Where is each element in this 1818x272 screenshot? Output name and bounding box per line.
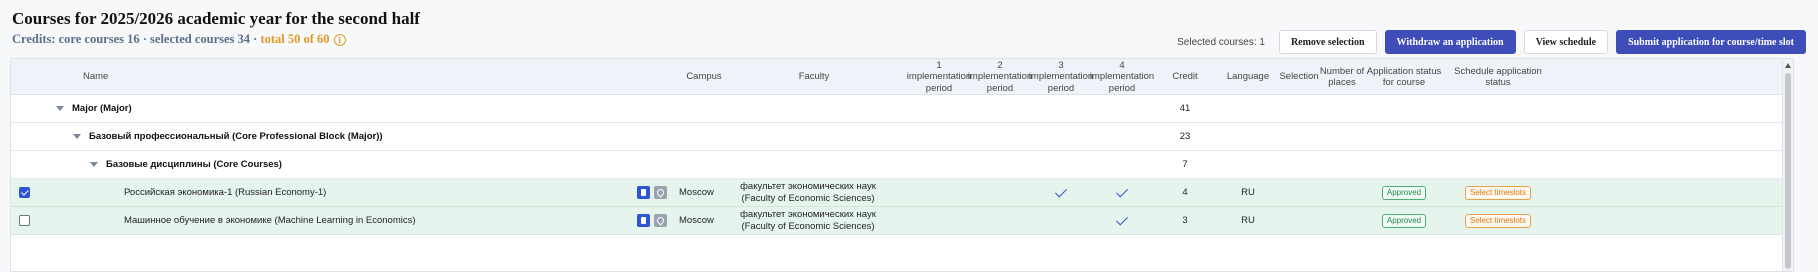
course-credit: 4	[1182, 187, 1188, 198]
group-row[interactable]: Базовые дисциплины (Core Courses) 7	[11, 151, 1793, 179]
period-3-mark	[1029, 179, 1093, 206]
column-period-4[interactable]: 4 implementation period	[1090, 59, 1154, 95]
document-icon[interactable]	[637, 214, 650, 227]
column-credit[interactable]: Credit	[1156, 59, 1214, 95]
schedule-status-cell: Select timeslots	[1443, 207, 1553, 234]
column-name[interactable]: Name	[83, 59, 203, 95]
collapse-caret-icon[interactable]	[90, 162, 98, 167]
select-cell	[19, 207, 30, 234]
application-status-cell: Approved	[1363, 179, 1445, 206]
page-header: Courses for 2025/2026 academic year for …	[12, 8, 420, 48]
page-title: Courses for 2025/2026 academic year for …	[12, 9, 420, 28]
group-name: Базовый профессиональный (Core Professio…	[89, 131, 383, 142]
checkmark-icon	[1116, 217, 1128, 225]
document-icon[interactable]	[637, 186, 650, 199]
collapse-caret-icon[interactable]	[56, 106, 64, 111]
toolbar: Selected courses: 1 Remove selection Wit…	[1177, 30, 1806, 54]
group-credit: 23	[1179, 131, 1191, 142]
credits-breakdown: Credits: core courses 16 · selected cour…	[12, 32, 261, 46]
select-timeslots-link[interactable]: Select timeslots	[1464, 213, 1532, 228]
scroll-up-arrow-icon[interactable]	[1785, 63, 1791, 68]
column-period-2[interactable]: 2 implementation period	[968, 59, 1032, 95]
course-campus: Moscow	[679, 187, 714, 198]
pin-icon[interactable]	[654, 186, 667, 199]
group-name: Major (Major)	[72, 103, 132, 114]
approved-badge: Approved	[1381, 213, 1427, 228]
group-row[interactable]: Базовый профессиональный (Core Professio…	[11, 123, 1793, 151]
course-checkbox[interactable]	[19, 187, 30, 198]
table-header: Name Campus Faculty 1 implementation per…	[11, 59, 1793, 95]
column-period-1[interactable]: 1 implementation period	[907, 59, 971, 95]
column-language[interactable]: Language	[1219, 59, 1277, 95]
course-actions	[637, 179, 667, 206]
course-credit: 3	[1182, 215, 1188, 226]
select-cell	[19, 179, 30, 206]
select-timeslots-link[interactable]: Select timeslots	[1464, 185, 1532, 200]
submit-application-button[interactable]: Submit application for course/time slot	[1616, 30, 1806, 54]
vertical-scrollbar[interactable]	[1782, 59, 1793, 271]
column-period-3[interactable]: 3 implementation period	[1029, 59, 1093, 95]
course-checkbox[interactable]	[19, 215, 30, 226]
column-faculty[interactable]: Faculty	[739, 59, 889, 95]
group-credit: 41	[1179, 103, 1191, 114]
group-label: Базовый профессиональный (Core Professio…	[73, 123, 383, 150]
group-row[interactable]: Major (Major) 41	[11, 95, 1793, 123]
info-icon[interactable]: i	[333, 34, 346, 46]
collapse-caret-icon[interactable]	[73, 134, 81, 139]
course-name: Российская экономика-1 (Russian Economy-…	[124, 187, 327, 198]
course-actions	[637, 207, 667, 234]
remove-selection-button[interactable]: Remove selection	[1278, 30, 1377, 54]
schedule-status-cell: Select timeslots	[1443, 179, 1553, 206]
group-label: Базовые дисциплины (Core Courses)	[90, 151, 282, 178]
group-label: Major (Major)	[56, 95, 132, 122]
course-row[interactable]: Машинное обучение в экономике (Machine L…	[11, 207, 1793, 235]
period-4-mark	[1090, 207, 1154, 234]
column-application-status[interactable]: Application status for course	[1363, 59, 1445, 95]
column-selection[interactable]: Selection	[1274, 59, 1324, 95]
group-credit: 7	[1182, 159, 1188, 170]
checkmark-icon	[1116, 189, 1128, 197]
course-faculty: факультет экономических наук (Faculty of…	[740, 181, 876, 204]
column-campus[interactable]: Campus	[671, 59, 737, 95]
application-status-cell: Approved	[1363, 207, 1445, 234]
course-name: Машинное обучение в экономике (Machine L…	[124, 215, 416, 226]
checkmark-icon	[1055, 189, 1067, 197]
view-schedule-button[interactable]: View schedule	[1523, 30, 1609, 54]
courses-table: Name Campus Faculty 1 implementation per…	[10, 58, 1794, 272]
course-language: RU	[1241, 187, 1255, 198]
course-faculty: факультет экономических наук (Faculty of…	[740, 209, 876, 232]
pin-icon[interactable]	[654, 214, 667, 227]
credits-summary: Credits: core courses 16 · selected cour…	[12, 30, 420, 48]
group-name: Базовые дисциплины (Core Courses)	[106, 159, 282, 170]
course-language: RU	[1241, 215, 1255, 226]
withdraw-application-button[interactable]: Withdraw an application	[1384, 30, 1516, 54]
scrollbar-thumb[interactable]	[1785, 73, 1791, 269]
period-4-mark	[1090, 179, 1154, 206]
column-number-of-places[interactable]: Number of places	[1319, 59, 1365, 95]
course-campus: Moscow	[679, 215, 714, 226]
credits-total: total 50 of 60	[260, 32, 330, 46]
column-schedule-application-status[interactable]: Schedule application status	[1443, 59, 1553, 95]
course-row[interactable]: Российская экономика-1 (Russian Economy-…	[11, 179, 1793, 207]
selected-courses-count: Selected courses: 1	[1177, 36, 1265, 48]
approved-badge: Approved	[1381, 185, 1427, 200]
